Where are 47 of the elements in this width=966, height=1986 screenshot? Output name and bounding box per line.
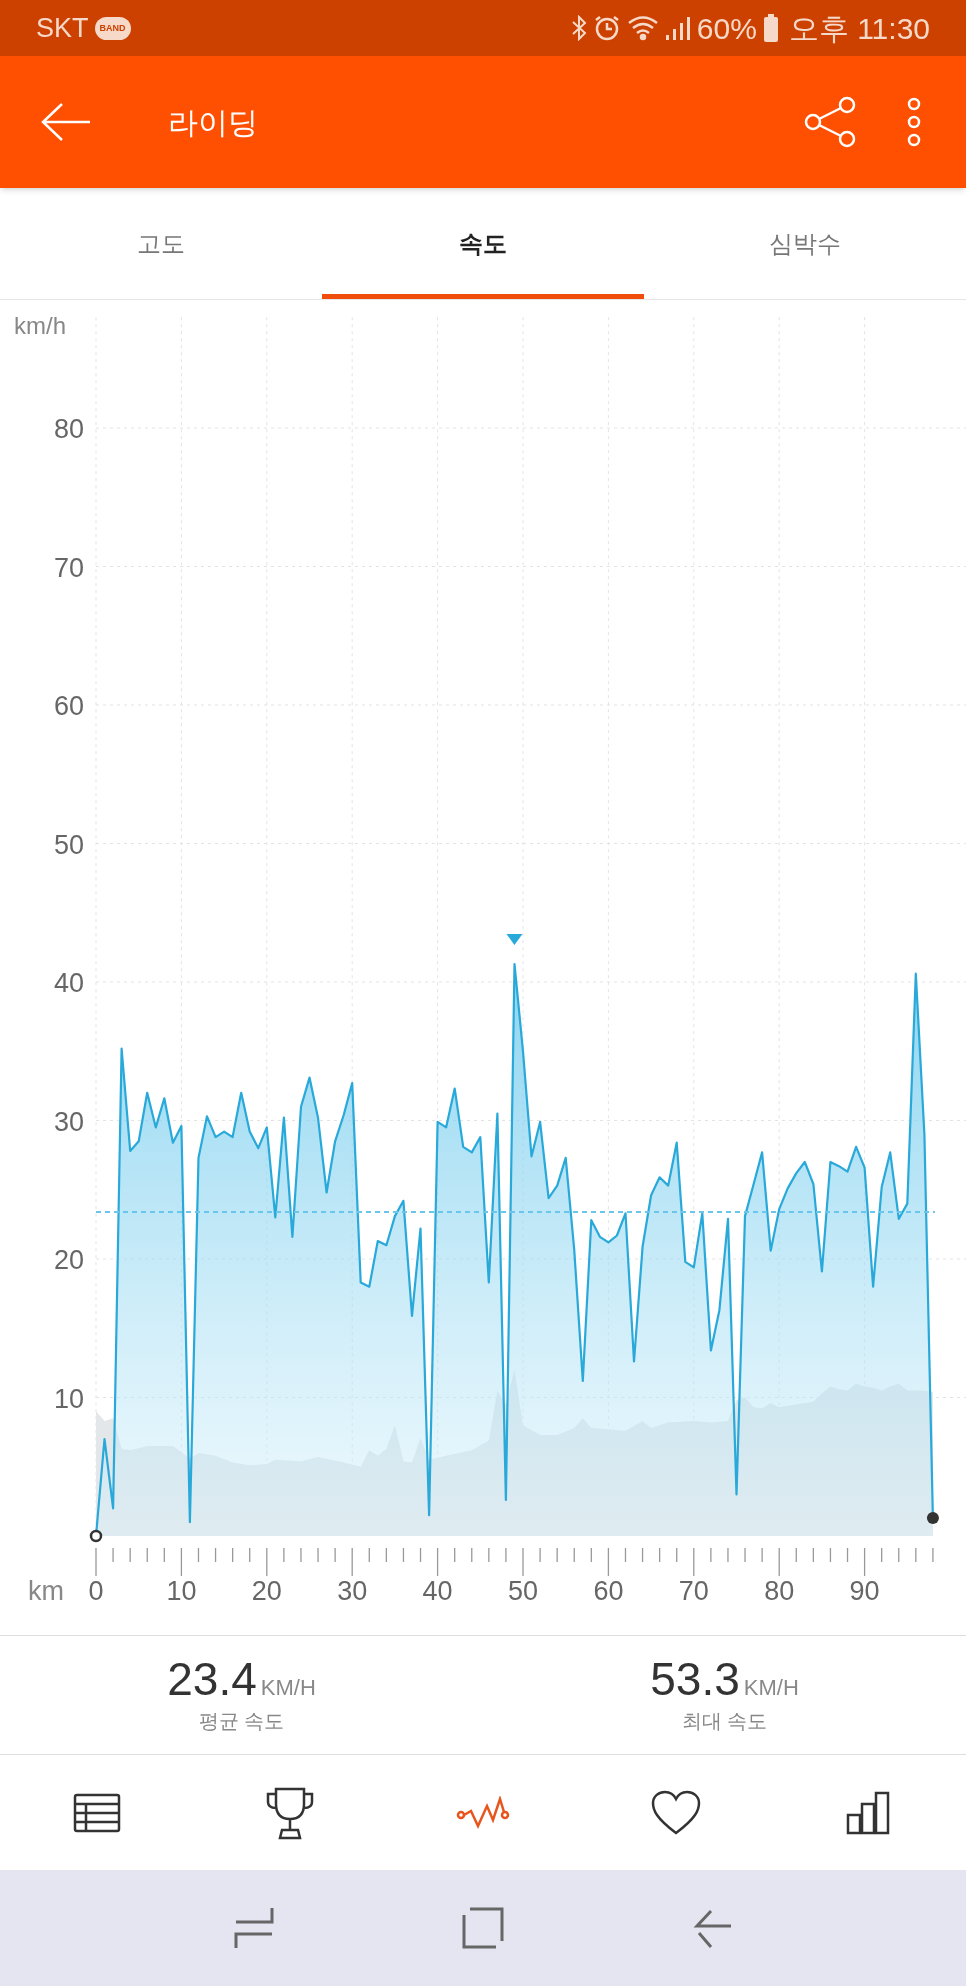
carrier-name: SKT [36, 11, 89, 45]
home-icon [462, 1907, 504, 1949]
y-axis-label: 40 [53, 968, 84, 998]
x-axis-label: 0 [88, 1576, 104, 1606]
y-axis-label: 80 [53, 414, 84, 444]
stat-value: 23.4 [167, 1656, 257, 1702]
y-axis-label: 10 [53, 1383, 84, 1414]
tab[interactable]: 고도 [0, 188, 322, 299]
y-axis-label: 20 [53, 1245, 84, 1275]
stat-value: 53.3 [650, 1656, 740, 1702]
tab[interactable]: 속도 [322, 188, 644, 299]
share-icon [803, 96, 857, 148]
signal-icon [664, 15, 691, 41]
x-axis-label: 30 [337, 1576, 368, 1606]
x-axis-label: 50 [508, 1576, 538, 1606]
x-axis-label: 20 [251, 1576, 282, 1606]
x-axis-unit: km [28, 1576, 64, 1606]
clock-time: 오후 11:30 [788, 10, 930, 47]
x-axis-label: 10 [166, 1576, 197, 1606]
wifi-icon [626, 14, 659, 42]
x-axis-label: 60 [593, 1576, 624, 1606]
band-badge: BAND [94, 16, 131, 40]
more-icon [907, 97, 921, 147]
share-button[interactable] [802, 94, 858, 150]
stat-label: 최대 속도 [681, 1709, 768, 1734]
y-axis-label: 30 [53, 1106, 84, 1137]
y-axis-label: 70 [53, 552, 84, 583]
recents-icon [234, 1906, 275, 1950]
start-point [89, 1529, 103, 1543]
back-arrow-icon [40, 102, 92, 142]
x-axis-label: 70 [678, 1576, 709, 1606]
stat-unit: KM/H [743, 1674, 799, 1702]
max-marker-icon [506, 934, 523, 945]
tab[interactable]: 심박수 [644, 188, 966, 299]
x-axis-label: 40 [422, 1576, 453, 1606]
x-axis-label: 80 [764, 1576, 795, 1606]
stat-label: 평균 속도 [198, 1709, 285, 1734]
x-axis-label: 90 [849, 1576, 880, 1606]
y-axis-label: 60 [53, 691, 84, 721]
stat-unit: KM/H [260, 1674, 316, 1702]
y-axis-label: 50 [53, 829, 84, 860]
y-axis-unit: km/h [14, 312, 66, 339]
battery-icon [762, 14, 779, 42]
end-point [926, 1512, 939, 1524]
screen-title: 라이딩 [168, 104, 259, 141]
bluetooth-icon [570, 15, 587, 41]
battery-percent: 60% [696, 10, 757, 47]
